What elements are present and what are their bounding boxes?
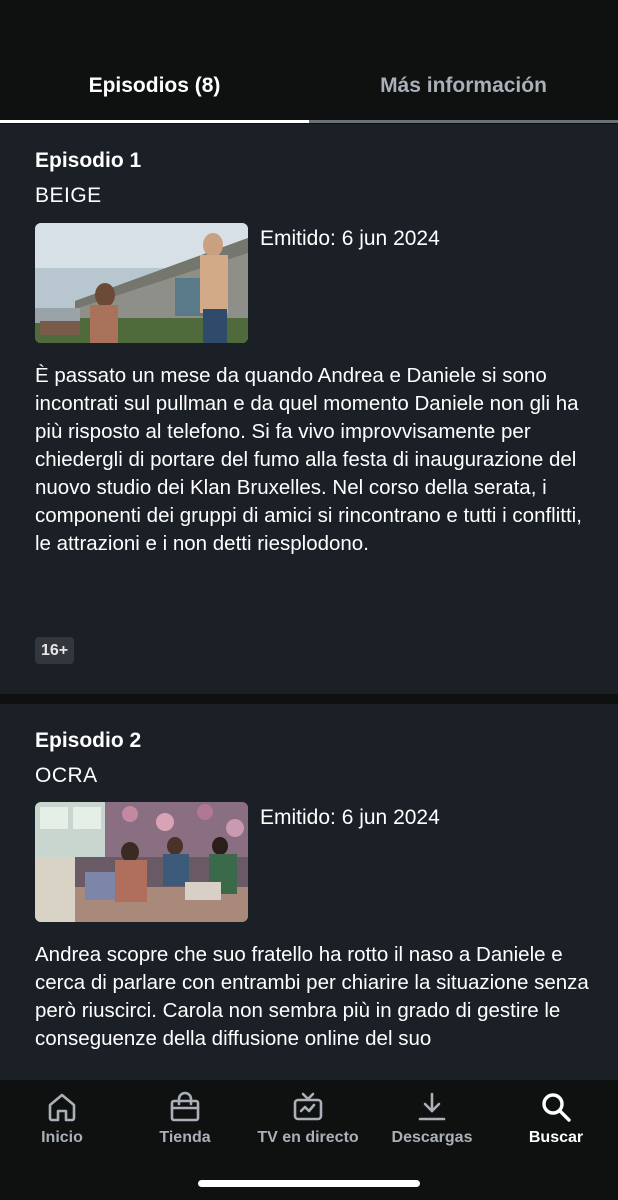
episode-thumbnail[interactable] <box>35 802 248 922</box>
home-indicator[interactable] <box>198 1180 420 1187</box>
episode-air-date: Emitido: 6 jun 2024 <box>260 227 440 250</box>
tab-more-info[interactable]: Más información <box>309 74 618 104</box>
tab-active-indicator <box>0 120 309 123</box>
nav-tv-en-directo[interactable]: TV en directo <box>248 1090 368 1147</box>
download-icon <box>418 1092 446 1121</box>
episode-title: OCRA <box>35 764 98 787</box>
episode-card[interactable]: Episodio 1 BEIGE Emitido: 6 jun 2024 È p… <box>0 124 618 694</box>
episode-synopsis: Andrea scopre che suo fratello ha rotto … <box>35 943 589 1050</box>
tab-episodes[interactable]: Episodios (8) <box>0 74 309 104</box>
tab-bar: Episodios (8) Más información <box>0 0 618 124</box>
home-icon <box>48 1093 76 1122</box>
episode-number: Episodio 2 <box>35 729 142 752</box>
live-tv-icon <box>293 1092 323 1121</box>
nav-buscar[interactable]: Buscar <box>496 1090 616 1147</box>
episode-list[interactable]: Episodio 1 BEIGE Emitido: 6 jun 2024 È p… <box>0 124 618 1080</box>
episode-card[interactable]: Episodio 2 OCRA Emitido: 6 jun 2024 Andr… <box>0 704 618 1080</box>
age-rating-badge: 16+ <box>35 637 75 664</box>
episode-air-date: Emitido: 6 jun 2024 <box>260 806 440 829</box>
episode-title: BEIGE <box>35 184 102 207</box>
episode-thumbnail[interactable] <box>35 223 248 343</box>
nav-tienda[interactable]: Tienda <box>125 1090 245 1147</box>
search-icon <box>542 1093 571 1122</box>
nav-label: Buscar <box>528 1129 584 1146</box>
nav-label: Descargas <box>391 1129 473 1146</box>
episode-synopsis: È passato un mese da quando Andrea e Dan… <box>35 364 582 555</box>
nav-inicio[interactable]: Inicio <box>2 1090 122 1147</box>
nav-descargas[interactable]: Descargas <box>372 1090 492 1147</box>
nav-label: Tienda <box>159 1129 211 1146</box>
store-bag-icon <box>170 1091 200 1122</box>
nav-label: TV en directo <box>257 1129 359 1146</box>
nav-label: Inicio <box>41 1129 83 1146</box>
episode-number: Episodio 1 <box>35 149 142 172</box>
